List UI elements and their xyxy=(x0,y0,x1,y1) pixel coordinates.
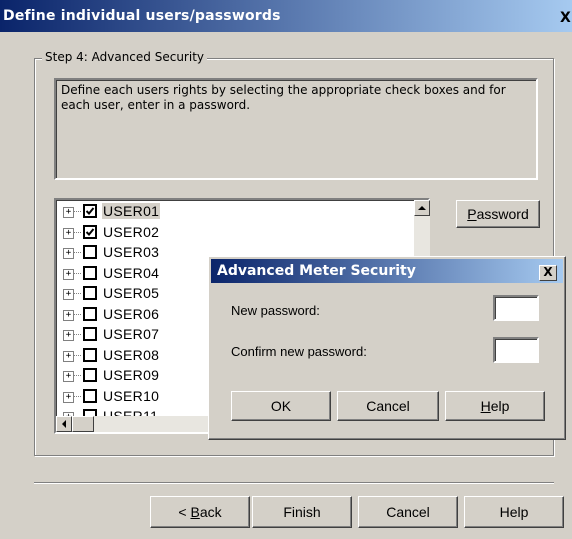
tree-connector xyxy=(73,211,81,212)
description-box: Define each users rights by selecting th… xyxy=(54,78,538,180)
plus-box-icon[interactable]: + xyxy=(63,309,74,321)
checkmark-icon xyxy=(85,227,95,236)
plus-box-icon[interactable]: + xyxy=(63,350,74,362)
user-checkbox[interactable] xyxy=(83,368,97,382)
tree-connector xyxy=(73,313,81,315)
dialog-ok-label: OK xyxy=(270,398,292,414)
confirm-password-field[interactable] xyxy=(493,337,539,363)
user-checkbox[interactable] xyxy=(83,224,97,239)
user-checkbox[interactable] xyxy=(83,265,97,280)
tree-connector xyxy=(73,375,81,376)
user-label[interactable]: USER04 xyxy=(102,265,160,281)
dialog-ok-button[interactable]: OK xyxy=(231,391,331,421)
plus-box-icon[interactable]: + xyxy=(63,207,74,218)
tree-row-user01[interactable]: + USER01 xyxy=(60,202,420,220)
user-label[interactable]: USER01 xyxy=(102,203,161,219)
window-title: Define individual users/passwords xyxy=(3,8,281,24)
group-legend: Step 4: Advanced Security xyxy=(42,50,207,64)
back-button-label: < Back xyxy=(178,504,222,520)
dialog-close-icon[interactable]: X xyxy=(539,265,557,281)
plus-box-icon[interactable]: + xyxy=(63,268,74,280)
user-checkbox[interactable] xyxy=(83,286,97,300)
password-button[interactable]: Password xyxy=(456,200,540,228)
tree-row-user02[interactable]: + USER02 xyxy=(60,223,420,241)
user-label[interactable]: USER10 xyxy=(102,388,160,404)
plus-box-icon[interactable]: + xyxy=(63,371,74,382)
user-label[interactable]: USER08 xyxy=(102,347,160,363)
user-checkbox[interactable] xyxy=(83,388,97,403)
cancel-button-label: Cancel xyxy=(386,504,430,520)
dialog-help-label: Help xyxy=(480,398,510,414)
tree-connector xyxy=(73,252,81,253)
user-label[interactable]: USER02 xyxy=(102,224,160,240)
footer-separator xyxy=(34,482,554,484)
user-checkbox[interactable] xyxy=(83,306,97,321)
window-titlebar: Define individual users/passwords X xyxy=(0,0,572,32)
user-checkbox[interactable] xyxy=(83,327,97,341)
plus-box-icon[interactable]: + xyxy=(63,330,74,341)
finish-button-label: Finish xyxy=(283,504,321,520)
new-password-label: New password: xyxy=(231,303,320,318)
scroll-left-button[interactable] xyxy=(56,416,72,432)
scroll-up-button[interactable] xyxy=(414,200,430,216)
back-button[interactable]: < Back xyxy=(150,496,250,528)
plus-box-icon[interactable]: + xyxy=(63,248,74,259)
user-label[interactable]: USER07 xyxy=(102,326,160,342)
cancel-button[interactable]: Cancel xyxy=(358,496,458,528)
help-button-label: Help xyxy=(499,504,529,520)
advanced-meter-security-dialog: Advanced Meter Security X New password: … xyxy=(208,256,566,440)
plus-box-icon[interactable]: + xyxy=(63,391,74,403)
plus-box-icon[interactable]: + xyxy=(63,289,74,300)
checkmark-icon xyxy=(85,207,95,215)
scroll-thumb[interactable] xyxy=(72,416,94,432)
tree-connector xyxy=(73,354,81,356)
tree-connector xyxy=(73,395,81,397)
user-label[interactable]: USER03 xyxy=(102,244,160,260)
tree-connector xyxy=(73,231,81,233)
tree-connector xyxy=(73,334,81,335)
dialog-help-button[interactable]: Help xyxy=(445,391,545,421)
password-button-label: Password xyxy=(467,206,529,222)
new-password-field[interactable] xyxy=(493,295,539,321)
window-close-icon[interactable]: X xyxy=(560,10,572,26)
user-label[interactable]: USER09 xyxy=(102,367,160,383)
arrow-up-icon xyxy=(418,206,426,210)
tree-connector xyxy=(73,293,81,294)
finish-button[interactable]: Finish xyxy=(252,496,352,528)
plus-box-icon[interactable]: + xyxy=(63,227,74,239)
dialog-cancel-label: Cancel xyxy=(366,398,410,414)
user-label[interactable]: USER05 xyxy=(102,285,160,301)
dialog-cancel-button[interactable]: Cancel xyxy=(337,391,439,421)
confirm-password-label: Confirm new password: xyxy=(231,344,367,359)
dialog-title: Advanced Meter Security xyxy=(217,263,416,279)
dialog-titlebar: Advanced Meter Security X xyxy=(211,259,563,283)
user-checkbox[interactable] xyxy=(83,204,97,218)
arrow-left-icon xyxy=(62,420,66,428)
user-checkbox[interactable] xyxy=(83,245,97,259)
help-button[interactable]: Help xyxy=(464,496,564,528)
user-checkbox[interactable] xyxy=(83,347,97,362)
user-label[interactable]: USER06 xyxy=(102,306,160,322)
tree-connector xyxy=(73,272,81,274)
